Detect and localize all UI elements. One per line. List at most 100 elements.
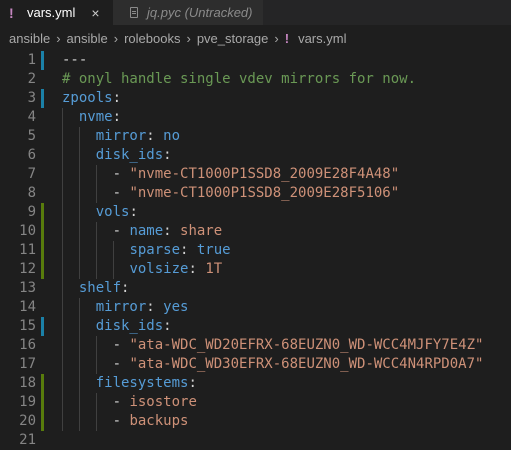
tab-vars-yml[interactable]: ! vars.yml ×	[0, 0, 113, 25]
code-editor[interactable]: 1 --- 2 # onyl handle single vdev mirrors f…	[0, 51, 511, 448]
code-line[interactable]: 7 - "nvme-CT1000P1SSD8_2009E28F4A48"	[0, 165, 511, 184]
code-line[interactable]: 2 # onyl handle single vdev mirrors for n…	[0, 70, 511, 89]
line-number: 7	[27, 166, 36, 182]
breadcrumb-item[interactable]: ansible	[9, 31, 50, 46]
code-text: mirror: no	[96, 127, 180, 146]
code-line[interactable]: 20 - backups	[0, 412, 511, 431]
line-number: 14	[19, 299, 36, 315]
gutter-added-marker[interactable]	[41, 203, 44, 222]
code-line[interactable]: 18 filesystems:	[0, 374, 511, 393]
code-token: :	[112, 90, 122, 106]
code-token: :	[188, 375, 197, 391]
code-token: -	[112, 166, 130, 182]
code-token: volsize	[129, 261, 189, 277]
indent-guide	[112, 260, 114, 279]
code-line[interactable]: 14 mirror: yes	[0, 298, 511, 317]
indent-guide	[78, 165, 80, 184]
indent-guide	[78, 336, 80, 355]
code-token: mirror	[95, 299, 147, 315]
code-line[interactable]: 12 volsize: 1T	[0, 260, 511, 279]
yaml-exclamation-icon: !	[9, 4, 14, 21]
gutter-modified-marker[interactable]	[41, 89, 44, 108]
code-token: vols	[95, 204, 130, 220]
chevron-right-icon: ›	[56, 30, 61, 46]
indent-guide	[95, 184, 97, 203]
file-icon	[129, 6, 139, 19]
indent-guide	[62, 260, 63, 279]
code-line[interactable]: 8 - "nvme-CT1000P1SSD8_2009E28F5106"	[0, 184, 511, 203]
line-number: 8	[27, 185, 36, 201]
code-token: name	[129, 223, 164, 239]
gutter-added-marker[interactable]	[41, 222, 44, 241]
code-token: :	[188, 261, 206, 277]
indent-guide	[62, 317, 63, 336]
chevron-right-icon: ›	[186, 30, 191, 46]
code-line[interactable]: 4 nvme:	[0, 108, 511, 127]
code-token: -	[112, 337, 130, 353]
indent-guide	[78, 184, 80, 203]
code-text: - "nvme-CT1000P1SSD8_2009E28F4A48"	[113, 165, 400, 184]
breadcrumb: ansible › ansible › rolebooks › pve_stor…	[0, 25, 511, 51]
code-line[interactable]: 6 disk_ids:	[0, 146, 511, 165]
code-line[interactable]: 13 shelf:	[0, 279, 511, 298]
indent-guide	[78, 222, 80, 241]
indent-guide	[95, 355, 97, 374]
gutter-added-marker[interactable]	[41, 374, 44, 393]
chevron-right-icon: ›	[274, 30, 279, 46]
breadcrumb-item[interactable]: ansible	[67, 31, 108, 46]
code-line[interactable]: 15 disk_ids:	[0, 317, 511, 336]
indent-guide	[78, 260, 80, 279]
code-text: # onyl handle single vdev mirrors for no…	[62, 70, 416, 89]
line-number: 11	[19, 242, 36, 258]
indent-guide	[62, 412, 63, 431]
gutter-added-marker[interactable]	[41, 412, 44, 431]
code-token: # onyl handle single vdev mirrors for no…	[62, 71, 417, 87]
gutter-added-marker[interactable]	[41, 260, 44, 279]
indent-guide	[78, 355, 80, 374]
gutter-modified-marker[interactable]	[41, 51, 44, 70]
code-text: - isostore	[113, 393, 197, 412]
breadcrumb-file[interactable]: vars.yml	[298, 31, 346, 46]
code-text: vols:	[96, 203, 138, 222]
code-token: "nvme-CT1000P1SSD8_2009E28F4A48"	[129, 166, 400, 182]
tab-jq-pyc[interactable]: jq.pyc (Untracked)	[113, 0, 263, 25]
gutter-added-marker[interactable]	[41, 393, 44, 412]
gutter-modified-marker[interactable]	[41, 317, 44, 336]
code-line[interactable]: 3 zpools:	[0, 89, 511, 108]
line-number: 20	[19, 413, 36, 429]
indent-guide	[78, 203, 80, 222]
breadcrumb-item[interactable]: pve_storage	[197, 31, 269, 46]
code-token: -	[112, 223, 130, 239]
code-line[interactable]: 9 vols:	[0, 203, 511, 222]
code-token: -	[112, 185, 130, 201]
code-token: "nvme-CT1000P1SSD8_2009E28F5106"	[129, 185, 400, 201]
code-line[interactable]: 11 sparse: true	[0, 241, 511, 260]
code-token: :	[121, 280, 130, 296]
code-token: true	[196, 242, 231, 258]
code-line[interactable]: 16 - "ata-WDC_WD20EFRX-68EUZN0_WD-WCC4MJF…	[0, 336, 511, 355]
close-icon[interactable]: ×	[91, 5, 99, 21]
breadcrumb-item[interactable]: rolebooks	[124, 31, 180, 46]
code-token: :	[146, 128, 164, 144]
code-text: - "ata-WDC_WD20EFRX-68EUZN0_WD-WCC4MJFY7…	[113, 336, 484, 355]
code-token: isostore	[129, 394, 197, 410]
code-text: volsize: 1T	[129, 260, 222, 279]
code-token: share	[180, 223, 223, 239]
gutter-added-marker[interactable]	[41, 241, 44, 260]
tab-label: jq.pyc (Untracked)	[147, 5, 253, 20]
indent-guide	[62, 393, 63, 412]
code-line[interactable]: 17 - "ata-WDC_WD30EFRX-68EUZN0_WD-WCC4N4R…	[0, 355, 511, 374]
code-line[interactable]: 5 mirror: no	[0, 127, 511, 146]
indent-guide	[62, 222, 63, 241]
code-line[interactable]: 19 - isostore	[0, 393, 511, 412]
indent-guide	[95, 393, 97, 412]
code-line[interactable]: 1 ---	[0, 51, 511, 70]
code-line[interactable]: 21	[0, 431, 511, 450]
code-token: disk_ids	[95, 147, 164, 163]
line-number: 4	[27, 109, 36, 125]
indent-guide	[62, 279, 63, 298]
line-number: 21	[19, 432, 36, 448]
indent-guide	[78, 127, 80, 146]
indent-guide	[78, 393, 80, 412]
code-line[interactable]: 10 - name: share	[0, 222, 511, 241]
